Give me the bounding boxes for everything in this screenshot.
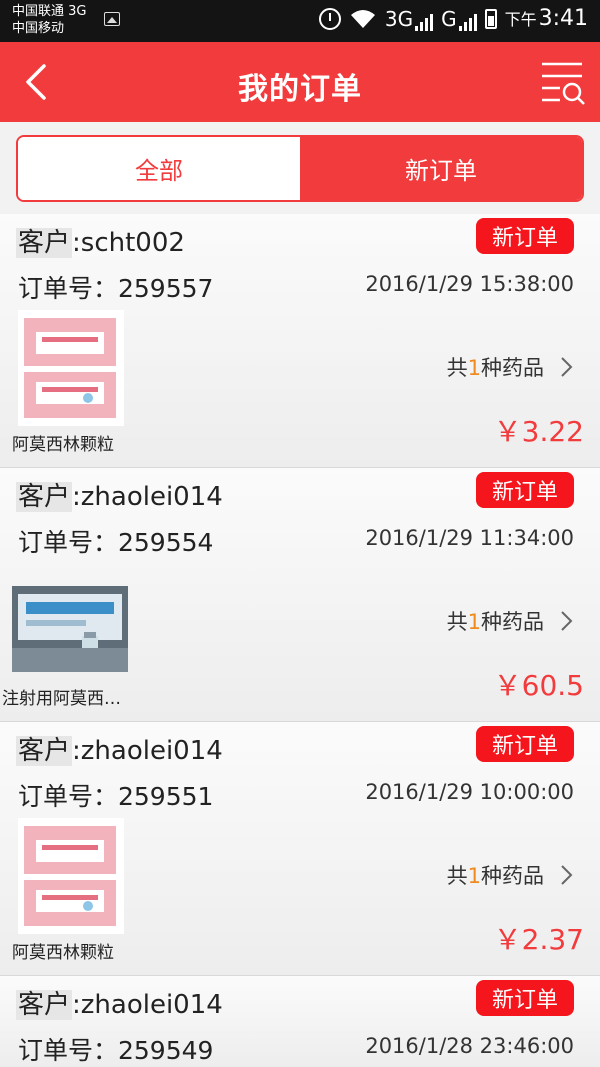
customer-label: 客户 [16, 736, 73, 766]
item-count-suffix: 种药品 [481, 864, 544, 888]
item-count-number: 1 [467, 610, 481, 634]
order-date: 2016/1/29 10:00:00 [365, 780, 574, 804]
status-bar: 中国联通 3G 中国移动 3G G 下午3:41 [0, 0, 600, 42]
order-card[interactable]: 客户:zhaolei014 新订单 订单号：259549 2016/1/28 2… [0, 976, 600, 1067]
signal-bars-icon [458, 13, 477, 31]
chevron-right-icon[interactable] [556, 862, 576, 888]
signal-bars-icon [415, 13, 434, 31]
item-count-prefix: 共 [446, 356, 468, 380]
item-count-suffix: 种药品 [481, 356, 544, 380]
customer-label: 客户 [16, 990, 73, 1020]
alarm-icon [318, 7, 341, 30]
item-count-number: 1 [467, 864, 481, 888]
page-title: 我的订单 [238, 72, 362, 107]
customer: 客户:zhaolei014 [16, 730, 223, 767]
carrier-1: 中国联通 3G [12, 4, 87, 19]
order-filter-tabs: 全部 新订单 [16, 135, 584, 202]
customer: 客户:zhaolei014 [16, 984, 223, 1021]
network-g-label: G [441, 6, 457, 31]
status-badge: 新订单 [475, 472, 574, 508]
list-search-icon[interactable] [538, 58, 586, 106]
tab-all[interactable]: 全部 [18, 137, 300, 200]
item-count-suffix: 种药品 [481, 610, 544, 634]
order-number: 订单号：259551 [18, 782, 214, 811]
time-prefix: 下午 [504, 10, 537, 29]
battery-icon [484, 8, 497, 29]
order-number: 订单号：259549 [18, 1036, 214, 1065]
chevron-right-icon[interactable] [556, 608, 576, 634]
wifi-icon [350, 9, 375, 28]
status-badge: 新订单 [475, 980, 574, 1016]
item-count: 共1种药品 [447, 606, 544, 636]
signal-3g: 3G [384, 6, 434, 31]
order-card[interactable]: 客户:scht002 新订单 订单号：259557 2016/1/29 15:3… [0, 214, 600, 468]
customer-id: :zhaolei014 [72, 482, 223, 512]
carrier-info: 中国联通 3G 中国移动 [12, 3, 86, 37]
item-count-number: 1 [467, 356, 481, 380]
status-icons: 3G G 下午3:41 [318, 6, 588, 31]
customer: 客户:scht002 [16, 222, 185, 259]
carrier-2: 中国移动 [12, 21, 65, 36]
time-value: 3:41 [538, 6, 588, 31]
status-badge: 新订单 [475, 726, 574, 762]
customer-id: :zhaolei014 [72, 736, 223, 766]
network-3g-label: 3G [384, 6, 414, 31]
order-number: 订单号：259554 [18, 528, 214, 557]
product-name: 注射用阿莫西… [2, 689, 121, 709]
order-price: ￥3.22 [493, 415, 584, 448]
image-notification-icon [104, 12, 120, 26]
signal-g: G [441, 7, 477, 31]
product-name: 阿莫西林颗粒 [12, 435, 114, 455]
chevron-right-icon[interactable] [556, 354, 576, 380]
customer: 客户:zhaolei014 [16, 476, 223, 513]
order-number: 订单号：259557 [18, 274, 214, 303]
order-card[interactable]: 客户:zhaolei014 新订单 订单号：259551 2016/1/29 1… [0, 722, 600, 976]
order-date: 2016/1/29 15:38:00 [365, 272, 574, 296]
order-date: 2016/1/29 11:34:00 [365, 526, 574, 550]
order-price: ￥2.37 [493, 923, 584, 956]
injection-vial-box-image [12, 586, 128, 672]
nav-bar: 我的订单 [0, 42, 600, 122]
tab-new-orders[interactable]: 新订单 [300, 137, 582, 200]
customer-id: :zhaolei014 [72, 990, 223, 1020]
item-count: 共1种药品 [447, 860, 544, 890]
item-count-prefix: 共 [446, 610, 468, 634]
medicine-box-pink-image [18, 310, 124, 426]
item-count: 共1种药品 [447, 352, 544, 382]
order-price: ￥60.5 [493, 669, 584, 702]
customer-label: 客户 [16, 228, 73, 258]
status-badge: 新订单 [475, 218, 574, 254]
order-card[interactable]: 客户:zhaolei014 新订单 订单号：259554 2016/1/29 1… [0, 468, 600, 722]
customer-label: 客户 [16, 482, 73, 512]
customer-id: :scht002 [72, 228, 185, 258]
item-count-prefix: 共 [446, 864, 468, 888]
medicine-box-pink-image [18, 818, 124, 934]
order-date: 2016/1/28 23:46:00 [365, 1034, 574, 1058]
product-name: 阿莫西林颗粒 [12, 943, 114, 963]
clock: 下午3:41 [505, 6, 588, 31]
